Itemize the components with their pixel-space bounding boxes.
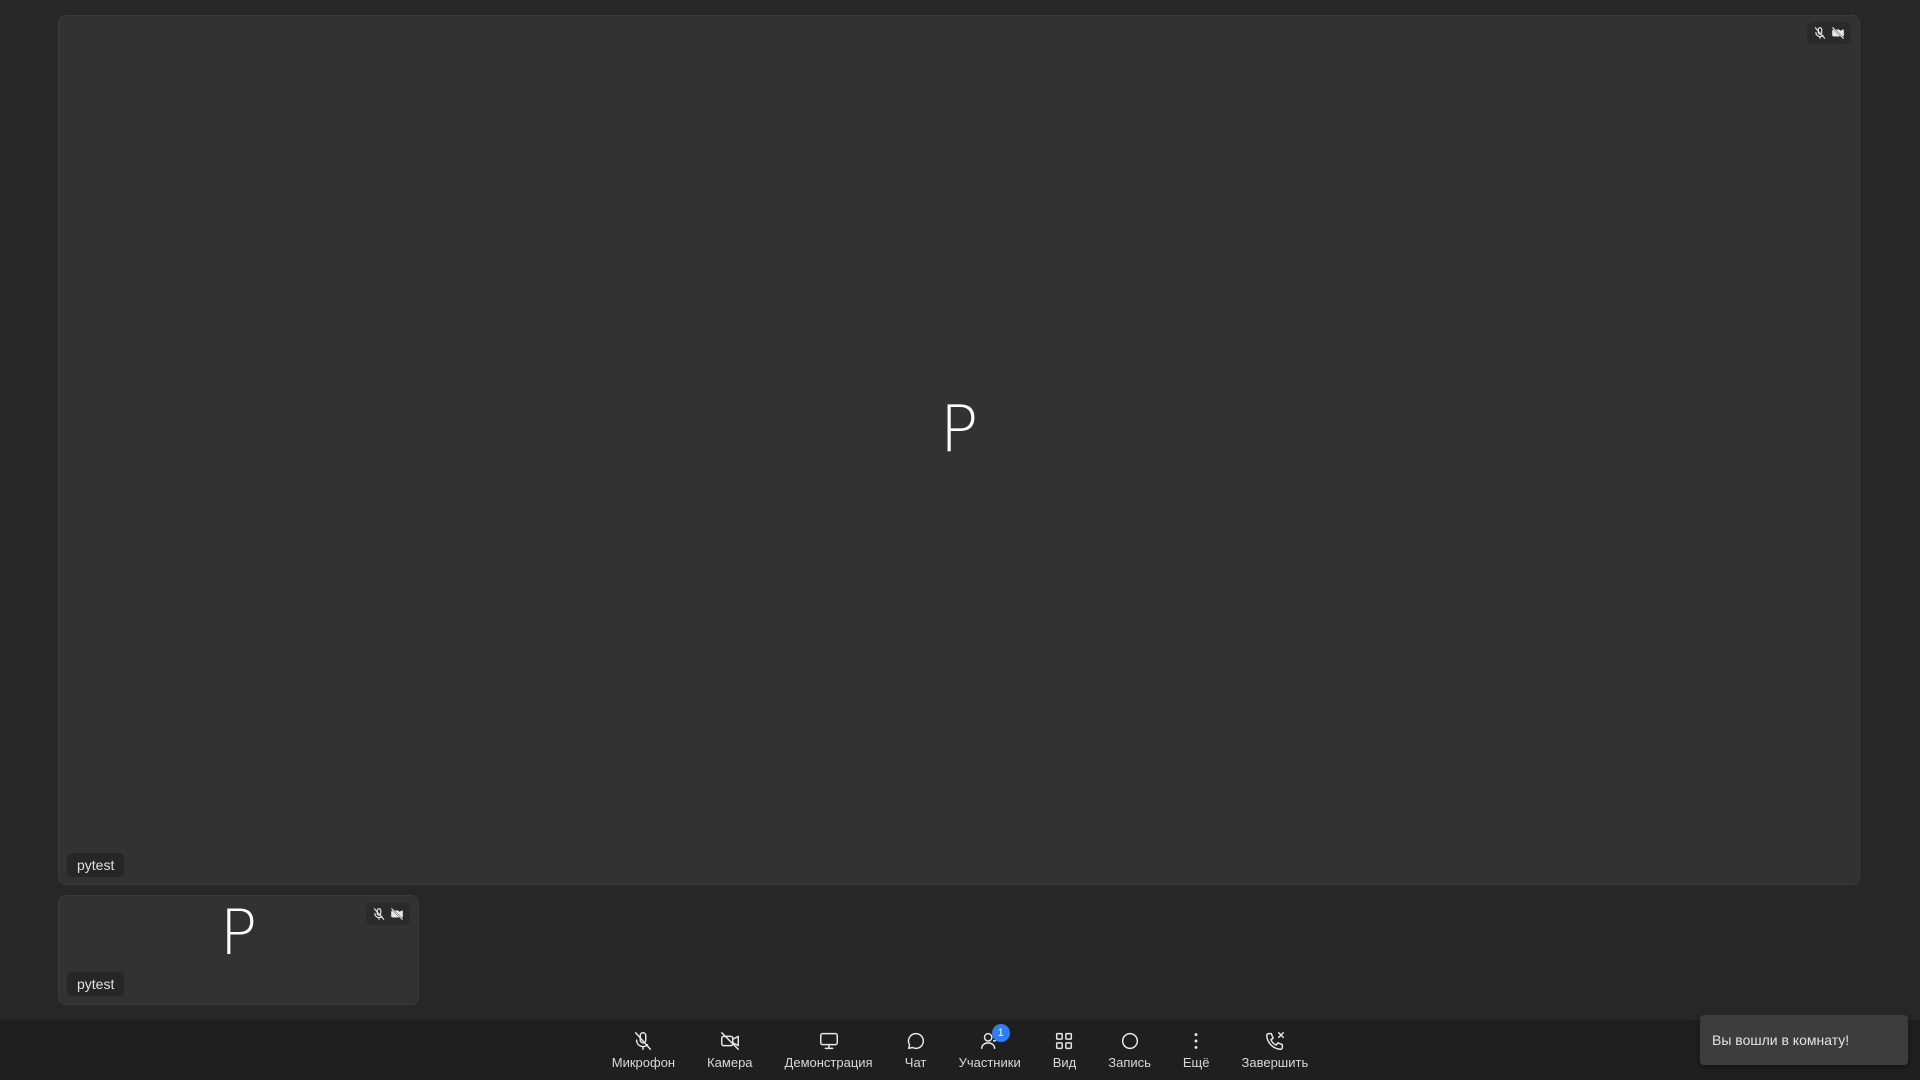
microphone-label: Микрофон [611, 1055, 676, 1070]
participants-count-badge: 1 [991, 1024, 1010, 1042]
camera-label: Камера [707, 1055, 753, 1070]
chat-button[interactable]: Чат [889, 1020, 943, 1080]
thumbnail-video-tile[interactable]: P pytest [58, 895, 419, 1005]
screen-share-label: Демонстрация [784, 1055, 873, 1070]
record-button[interactable]: Запись [1092, 1020, 1167, 1080]
more-vertical-icon [1194, 1033, 1198, 1049]
joined-room-toast: Вы вошли в комнату! [1700, 1015, 1908, 1065]
record-label: Запись [1108, 1055, 1151, 1070]
avatar: P [219, 896, 258, 969]
toolbar-buttons: Микрофон Камера Демонстрация Чат 1 Участ… [0, 1020, 1920, 1080]
more-label: Ещё [1182, 1055, 1210, 1070]
call-toolbar: Микрофон Камера Демонстрация Чат 1 Участ… [0, 1020, 1920, 1080]
participant-name-tag: pytest [67, 972, 125, 996]
view-label: Вид [1052, 1055, 1077, 1070]
record-icon [1121, 1032, 1138, 1050]
camera-button[interactable]: Камера [691, 1020, 768, 1080]
phone-end-icon [1265, 1032, 1284, 1050]
end-call-label: Завершить [1241, 1055, 1309, 1070]
main-video-tile[interactable]: P pytest [58, 15, 1860, 885]
mic-off-icon [1814, 27, 1826, 39]
microphone-button[interactable]: Микрофон [596, 1020, 691, 1080]
mic-off-icon [635, 1032, 652, 1050]
mic-off-icon [373, 908, 385, 920]
camera-off-icon [720, 1032, 739, 1050]
avatar: P [939, 393, 979, 467]
view-button[interactable]: Вид [1037, 1020, 1093, 1080]
end-call-button[interactable]: Завершить [1226, 1020, 1325, 1080]
participants-label: Участники [958, 1055, 1021, 1070]
tile-status-indicators [1807, 22, 1851, 44]
tile-status-indicators [366, 903, 410, 925]
chat-bubble-icon [907, 1032, 924, 1050]
chat-label: Чат [904, 1055, 927, 1070]
toast-message: Вы вошли в комнату! [1712, 1032, 1850, 1048]
screen-share-button[interactable]: Демонстрация [769, 1020, 889, 1080]
camera-off-icon [390, 907, 404, 921]
participants-button[interactable]: 1 Участники [943, 1020, 1037, 1080]
grid-icon [1056, 1032, 1073, 1050]
more-button[interactable]: Ещё [1167, 1020, 1226, 1080]
camera-off-icon [1831, 26, 1845, 40]
monitor-icon [819, 1032, 838, 1050]
participant-name-tag: pytest [67, 853, 125, 877]
